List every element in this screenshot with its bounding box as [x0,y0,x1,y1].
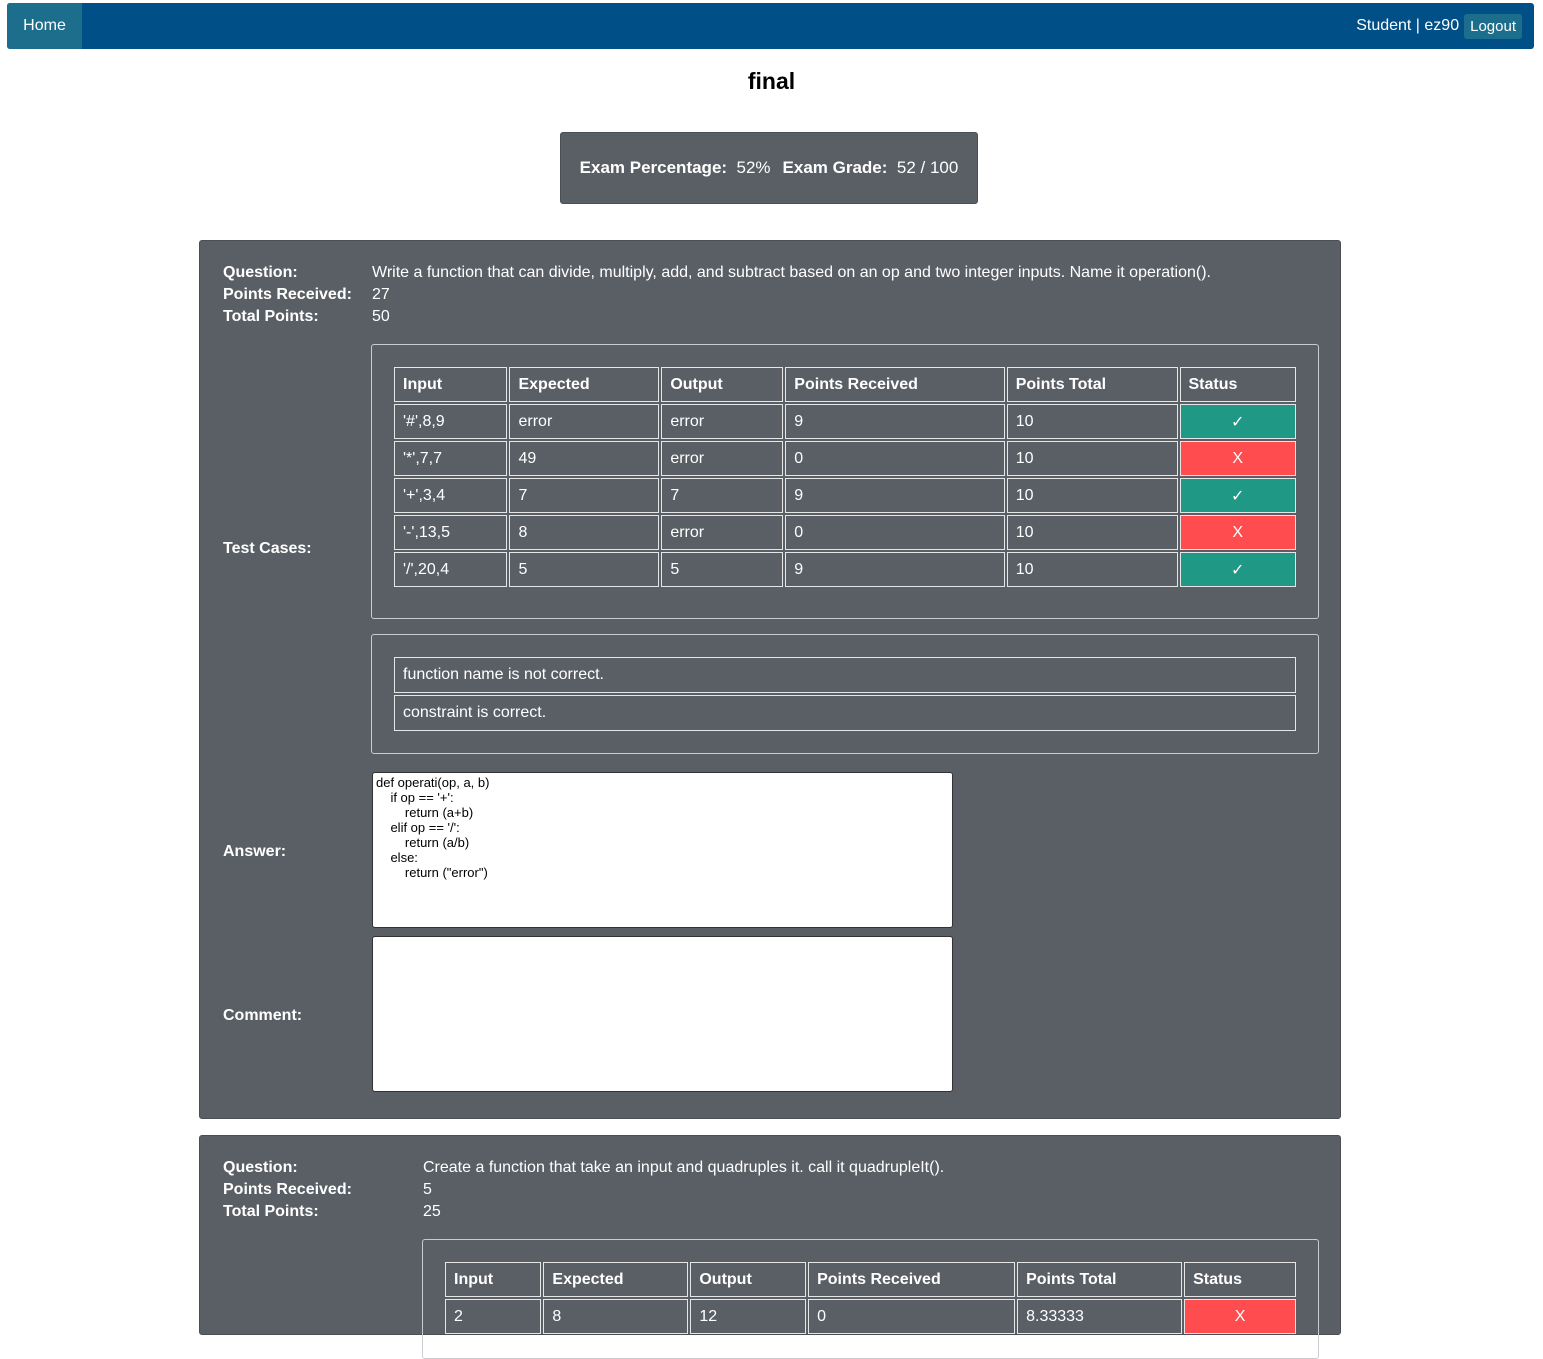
answer-label: Answer: [223,843,287,860]
points-received-label: Points Received: [223,286,352,303]
table-cell: 9 [785,478,1005,513]
table-cell: 5 [509,552,660,587]
status-badge: X [1179,515,1296,550]
table-cell: 8 [509,515,660,550]
exam-summary-box: Exam Percentage: 52% Exam Grade: 52 / 10… [560,132,978,204]
table-cell: 7 [509,478,660,513]
user-label: Student | ez90 [1356,17,1460,34]
table-header-row: Input Expected Output Points Received Points… [394,367,1296,402]
table-cell: error [661,441,784,476]
total-points-value: 50 [372,308,390,325]
table-cell: 10 [1006,441,1178,476]
table-cell: 12 [690,1299,807,1334]
table-cell: 9 [785,404,1005,439]
column-header: Expected [509,367,660,402]
question-panel-2: Question: Points Received: Total Points:… [199,1135,1341,1359]
table-cell: 5 [661,552,784,587]
total-points-label: Total Points: [223,1203,319,1220]
table-row: '#',8,9 error error 9 10 ✓ [394,404,1296,439]
question-text: Write a function that can divide, multip… [372,264,1211,281]
column-header: Output [661,367,784,402]
column-header: Points Received [785,367,1005,402]
table-cell: 8 [543,1299,689,1334]
table-row: 2 8 12 0 8.33333 X [445,1299,1296,1334]
table-row: '+',3,4 7 7 9 10 ✓ [394,478,1296,513]
column-header: Points Total [1017,1262,1183,1297]
column-header: Output [690,1262,807,1297]
table-cell: 0 [785,515,1005,550]
total-points-value: 25 [423,1203,441,1220]
exam-percentage-label: Exam Percentage: [579,158,728,177]
page-title: final [747,68,796,94]
table-cell: '-',13,5 [394,515,508,550]
test-cases-label: Test Cases: [223,540,312,557]
table-cell: 0 [785,441,1005,476]
status-badge: ✓ [1179,404,1296,439]
column-header: Status [1179,367,1296,402]
table-cell: 10 [1006,552,1178,587]
status-badge: X [1179,441,1296,476]
table-cell: '#',8,9 [394,404,508,439]
question-panel-1: Question: Points Received: Total Points:… [199,240,1341,1119]
status-badge: X [1184,1299,1296,1334]
column-header: Status [1184,1262,1296,1297]
column-header: Input [394,367,508,402]
question-label: Question: [223,1159,298,1176]
table-cell: error [661,404,784,439]
table-cell: 0 [808,1299,1016,1334]
table-cell: '+',3,4 [394,478,508,513]
table-cell: 10 [1006,404,1178,439]
exam-percentage-value: 52% [736,158,771,177]
feedback-box: function name is not correct. constraint… [371,634,1319,754]
table-row: '/',20,4 5 5 9 10 ✓ [394,552,1296,587]
status-badge: ✓ [1179,478,1296,513]
table-cell: 9 [785,552,1005,587]
exam-grade-value: 52 / 100 [896,158,959,177]
column-header: Input [445,1262,542,1297]
test-cases-box: Input Expected Output Points Received Points… [422,1239,1319,1359]
logout-button[interactable]: Logout [1464,13,1522,39]
table-cell: error [509,404,660,439]
user-area: Student | ez90 Logout [1356,3,1522,49]
table-cell: 8.33333 [1017,1299,1183,1334]
table-row: '-',13,5 8 error 0 10 X [394,515,1296,550]
question-text: Create a function that take an input and… [423,1159,945,1176]
question-label: Question: [223,264,298,281]
table-row: '*',7,7 49 error 0 10 X [394,441,1296,476]
points-received-value: 27 [372,286,390,303]
table-header-row: Input Expected Output Points Received Points… [445,1262,1296,1297]
column-header: Points Received [808,1262,1016,1297]
table-cell: error [661,515,784,550]
table-cell: 2 [445,1299,542,1334]
answer-textarea[interactable]: def operati(op, a, b) if op == '+': retu… [372,772,953,928]
comment-label: Comment: [223,1007,303,1024]
column-header: Expected [543,1262,689,1297]
exam-grade-label: Exam Grade: [782,158,888,177]
table-cell: 10 [1006,515,1178,550]
comment-textarea[interactable] [372,936,953,1092]
column-header: Points Total [1006,367,1178,402]
feedback-message: function name is not correct. [394,657,1296,693]
status-badge: ✓ [1179,552,1296,587]
feedback-message: constraint is correct. [394,695,1296,731]
points-received-label: Points Received: [223,1181,352,1198]
test-cases-table: Input Expected Output Points Received Points… [392,365,1298,589]
table-cell: 49 [509,441,660,476]
total-points-label: Total Points: [223,308,319,325]
top-navbar: Home Student | ez90 Logout [7,3,1534,49]
test-cases-box: Input Expected Output Points Received Points… [371,344,1319,619]
table-cell: 7 [661,478,784,513]
table-cell: '/',20,4 [394,552,508,587]
table-cell: '*',7,7 [394,441,508,476]
points-received-value: 5 [423,1181,432,1198]
home-link[interactable]: Home [7,3,82,49]
table-cell: 10 [1006,478,1178,513]
